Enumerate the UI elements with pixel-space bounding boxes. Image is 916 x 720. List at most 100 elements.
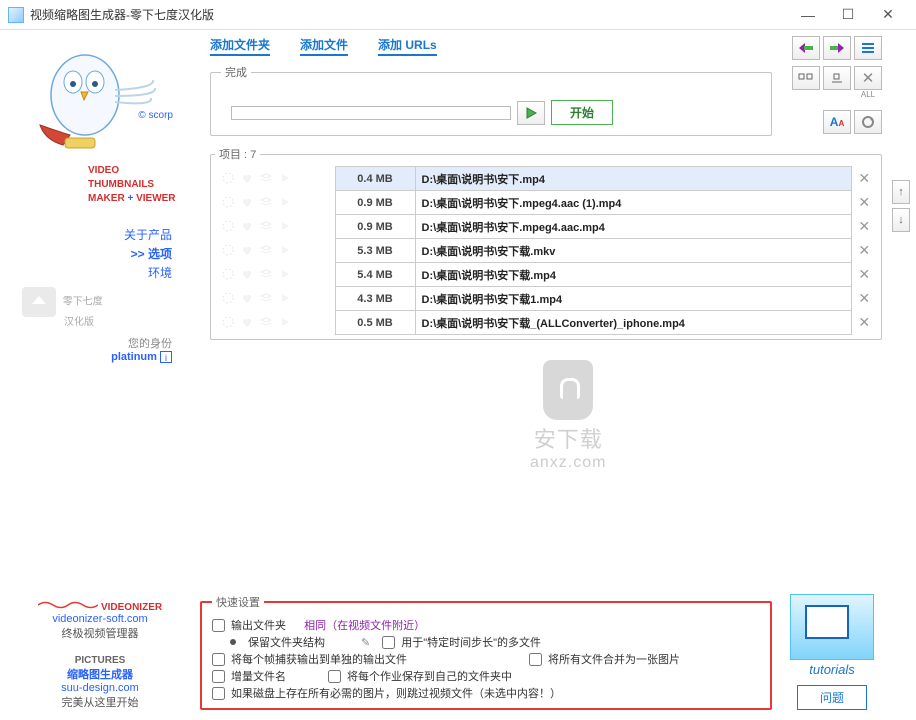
heart-icon[interactable] — [240, 315, 256, 331]
status-icon — [221, 243, 237, 259]
table-row[interactable]: 5.4 MBD:\桌面\说明书\安下载.mp4✕ — [215, 263, 877, 287]
play-row-icon[interactable] — [278, 315, 294, 331]
play-row-icon[interactable] — [278, 267, 294, 283]
delete-row-icon[interactable]: ✕ — [858, 314, 870, 330]
pencil-icon[interactable]: ✎ — [361, 636, 370, 649]
play-row-icon[interactable] — [278, 291, 294, 307]
items-legend: 项目 : 7 — [215, 146, 260, 162]
play-row-icon[interactable] — [278, 171, 294, 187]
items-fieldset: 项目 : 7 0.4 MBD:\桌面\说明书\安下.mp4 ✕ 0.9 MBD:\… — [210, 146, 882, 340]
frame-to-file-label: 将每个帧捕获输出到单独的输出文件 — [231, 651, 407, 667]
layers-icon[interactable] — [259, 171, 275, 187]
table-row[interactable]: 0.4 MBD:\桌面\说明书\安下.mp4 ✕ — [215, 167, 877, 191]
play-row-icon[interactable] — [278, 195, 294, 211]
play-button[interactable] — [517, 101, 545, 125]
select-squares-button[interactable] — [792, 66, 820, 90]
skip-existing-label: 如果磁盘上存在所有必需的图片，则跳过视频文件（未选中内容！） — [231, 685, 561, 701]
remove-all-button[interactable]: ✕ — [854, 66, 882, 90]
file-path: D:\桌面\说明书\安下.mp4 — [415, 167, 851, 191]
merge-one-checkbox[interactable] — [529, 653, 542, 666]
tutorials-card[interactable] — [790, 594, 874, 660]
heart-icon[interactable] — [240, 243, 256, 259]
play-row-icon[interactable] — [278, 219, 294, 235]
delete-row-icon[interactable]: ✕ — [858, 242, 870, 258]
table-row[interactable]: 5.3 MBD:\桌面\说明书\安下载.mkv✕ — [215, 239, 877, 263]
table-row[interactable]: 0.9 MBD:\桌面\说明书\安下.mpeg4.aac.mp4✕ — [215, 215, 877, 239]
info-icon[interactable]: i — [160, 351, 172, 363]
layers-icon[interactable] — [259, 219, 275, 235]
save-own-dir-checkbox[interactable] — [328, 670, 341, 683]
videonizer-link[interactable]: videonizer-soft.com — [8, 613, 192, 625]
heart-icon[interactable] — [240, 171, 256, 187]
output-folder-label: 输出文件夹 — [231, 617, 286, 633]
frame-to-file-checkbox[interactable] — [212, 653, 225, 666]
file-size: 0.9 MB — [335, 191, 415, 215]
question-button[interactable]: 问题 — [797, 685, 867, 710]
move-down-button[interactable]: ↓ — [892, 208, 910, 232]
delete-row-icon[interactable]: ✕ — [858, 194, 870, 210]
heart-icon[interactable] — [240, 267, 256, 283]
about-link[interactable]: 关于产品 — [8, 226, 172, 243]
watermark: 安下载 anxz.com — [530, 360, 606, 472]
layers-icon[interactable] — [259, 315, 275, 331]
refresh-button[interactable] — [854, 110, 882, 134]
table-row[interactable]: 4.3 MBD:\桌面\说明书\安下载1.mp4✕ — [215, 287, 877, 311]
row-icons — [215, 311, 335, 335]
options-link[interactable]: >> 选项 — [8, 245, 172, 262]
play-row-icon[interactable] — [278, 243, 294, 259]
add-folder-link[interactable]: 添加文件夹 — [210, 36, 270, 56]
arrow-left-button[interactable] — [792, 36, 820, 60]
same-near-label: 相同（在视频文件附近） — [304, 617, 425, 633]
skip-existing-checkbox[interactable] — [212, 687, 225, 700]
list-button[interactable] — [854, 36, 882, 60]
move-up-button[interactable]: ↑ — [892, 180, 910, 204]
window-title: 视频缩略图生成器-零下七度汉化版 — [30, 6, 788, 23]
add-urls-link[interactable]: 添加 URLs — [378, 36, 437, 56]
close-button[interactable]: ✕ — [868, 0, 908, 30]
heart-icon[interactable] — [240, 195, 256, 211]
heart-icon[interactable] — [240, 219, 256, 235]
progress-bar — [231, 106, 511, 120]
add-file-link[interactable]: 添加文件 — [300, 36, 348, 56]
bullet-icon — [230, 639, 236, 645]
delete-row-icon[interactable]: ✕ — [858, 290, 870, 306]
start-button[interactable]: 开始 — [551, 100, 613, 125]
layers-icon[interactable] — [259, 267, 275, 283]
app-icon — [8, 7, 24, 23]
file-size: 4.3 MB — [335, 287, 415, 311]
time-step-label: 用于"特定时间步长"的多文件 — [401, 634, 541, 650]
delete-row-icon[interactable]: ✕ — [858, 266, 870, 282]
status-icon — [221, 171, 237, 187]
font-button[interactable]: AA — [823, 110, 851, 134]
row-icons — [215, 167, 335, 191]
layers-icon[interactable] — [259, 291, 275, 307]
titlebar: 视频缩略图生成器-零下七度汉化版 — ☐ ✕ — [0, 0, 916, 30]
progress-legend: 完成 — [221, 64, 251, 80]
content: 添加文件夹 添加文件 添加 URLs ✕ ALL 完成 开始 — [200, 30, 892, 720]
layers-icon[interactable] — [259, 243, 275, 259]
table-row[interactable]: 0.5 MBD:\桌面\说明书\安下载_(ALLConverter)_iphon… — [215, 311, 877, 335]
inc-name-checkbox[interactable] — [212, 670, 225, 683]
toolbar-low: AA — [823, 110, 882, 134]
arrow-right-button[interactable] — [823, 36, 851, 60]
all-label: ALL — [854, 90, 882, 99]
file-size: 0.4 MB — [335, 167, 415, 191]
delete-row-icon[interactable]: ✕ — [858, 218, 870, 234]
layers-icon[interactable] — [259, 195, 275, 211]
suu-link[interactable]: suu-design.com — [8, 682, 192, 694]
env-link[interactable]: 环境 — [8, 264, 172, 281]
sidebar-footer: VIDEONIZER videonizer-soft.com 终极视频管理器 P… — [8, 600, 192, 710]
maximize-button[interactable]: ☐ — [828, 0, 868, 30]
brand-text: VIDEO THUMBNAILS MAKER + VIEWER — [8, 164, 192, 206]
right-gutter: ↑ ↓ — [892, 30, 916, 720]
table-row[interactable]: 0.9 MBD:\桌面\说明书\安下.mpeg4.aac (1).mp4 ✕ — [215, 191, 877, 215]
time-step-checkbox[interactable] — [382, 636, 395, 649]
delete-row-icon[interactable]: ✕ — [858, 170, 870, 186]
minimize-button[interactable]: — — [788, 0, 828, 30]
adjust-button[interactable] — [823, 66, 851, 90]
heart-icon[interactable] — [240, 291, 256, 307]
quick-settings: 快速设置 输出文件夹 相同（在视频文件附近） 保留文件夹结构 ✎ 用于"特定时间… — [200, 594, 772, 710]
file-path: D:\桌面\说明书\安下.mpeg4.aac.mp4 — [415, 215, 851, 239]
file-path: D:\桌面\说明书\安下.mpeg4.aac (1).mp4 — [415, 191, 851, 215]
output-folder-checkbox[interactable] — [212, 619, 225, 632]
